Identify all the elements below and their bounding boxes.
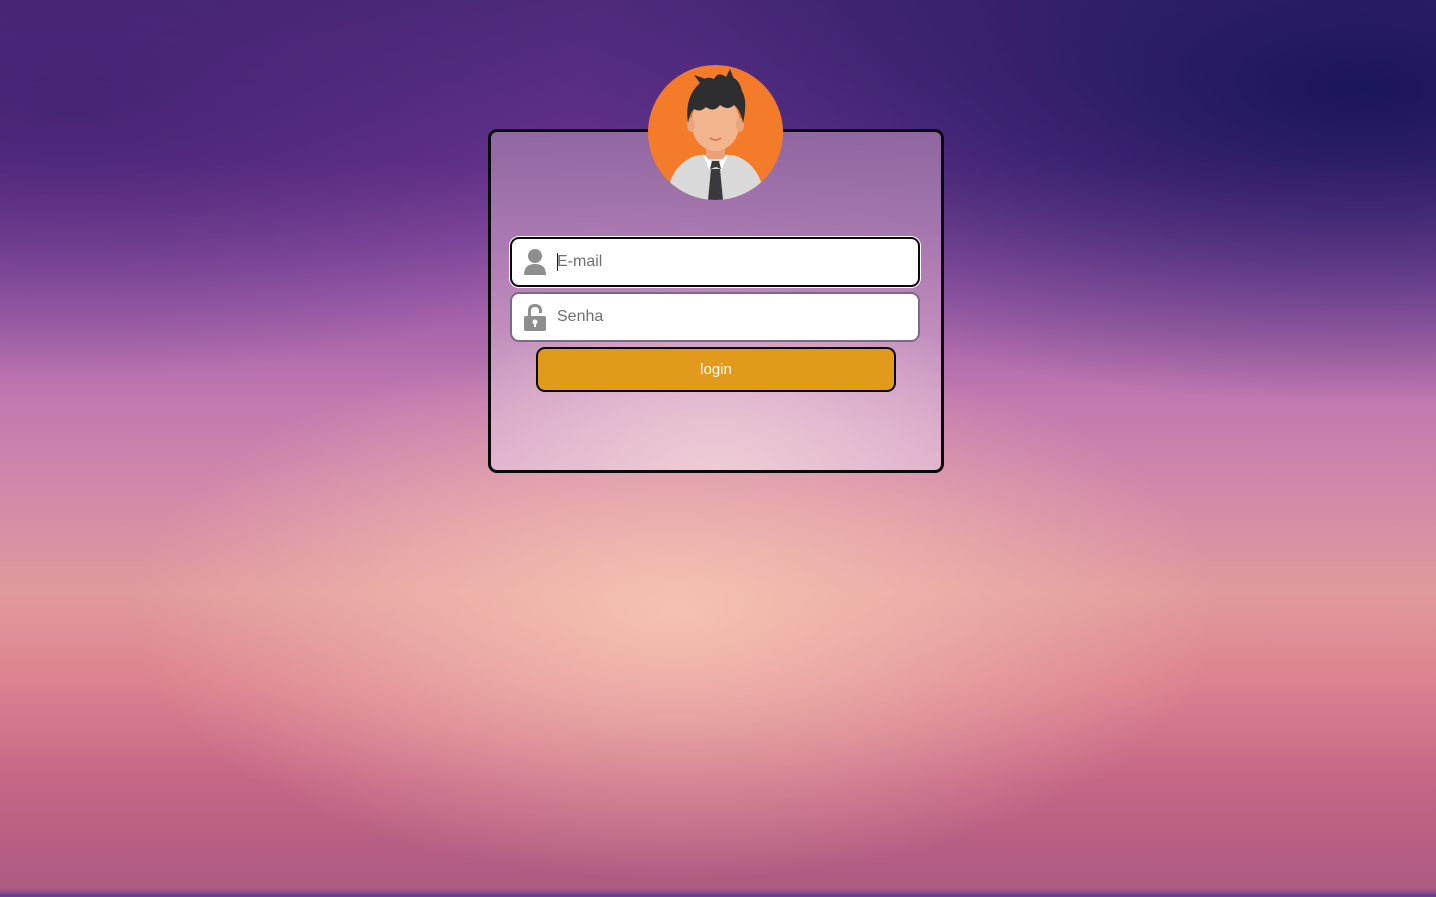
email-field[interactable] (510, 237, 920, 287)
password-field[interactable] (510, 292, 920, 342)
email-input[interactable] (557, 242, 897, 282)
login-button[interactable]: login (536, 347, 896, 392)
padlock-icon (523, 303, 547, 331)
user-avatar-icon (648, 65, 783, 200)
password-input[interactable] (557, 297, 897, 337)
text-cursor (557, 253, 558, 271)
user-icon (523, 248, 547, 276)
